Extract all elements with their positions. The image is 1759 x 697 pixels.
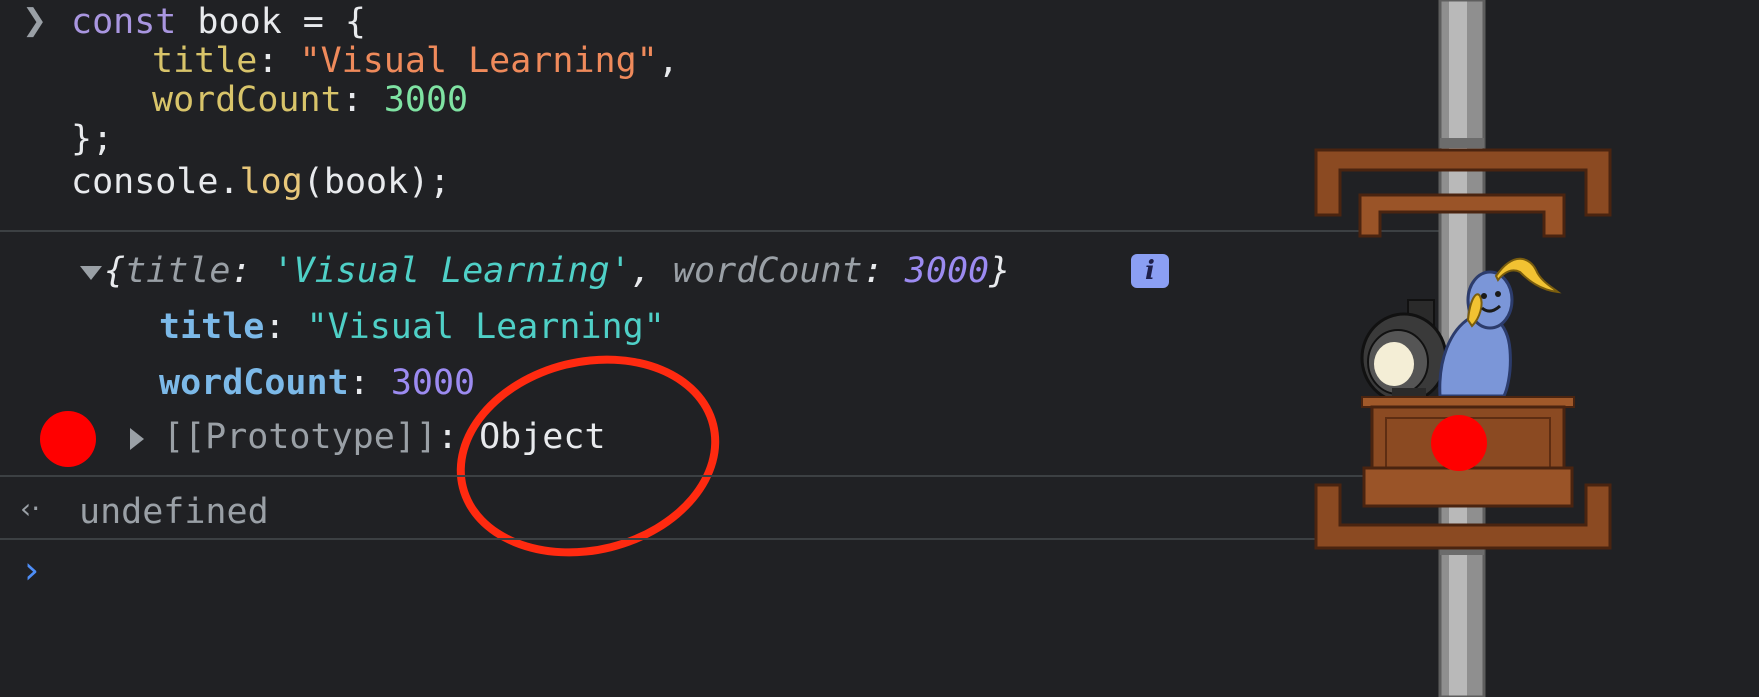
code-wordcount-key: wordCount <box>152 80 342 120</box>
summary-wordcount-value: 3000 <box>904 251 990 291</box>
object-summary[interactable]: {title: 'Visual Learning', wordCount: 30… <box>104 249 1010 293</box>
property-title-value: "Visual Learning" <box>306 307 665 347</box>
property-wordcount-key: wordCount <box>159 363 349 403</box>
property-row-title: title: "Visual Learning" <box>159 305 665 349</box>
code-title-string: "Visual Learning" <box>299 41 658 81</box>
property-colon: : <box>264 307 307 347</box>
property-wordcount-value: 3000 <box>390 363 476 403</box>
summary-colon: : <box>230 251 273 291</box>
expand-closed-triangle-icon[interactable] <box>130 428 144 450</box>
code-title-key: title <box>152 41 258 81</box>
summary-open-brace: { <box>104 251 126 291</box>
property-row-wordcount: wordCount: 3000 <box>159 361 475 405</box>
code-log-method: log <box>239 162 303 202</box>
annotation-red-dot-right <box>1431 415 1487 471</box>
result-value: undefined <box>79 492 269 532</box>
separator-input-output <box>0 230 1440 232</box>
code-line-3: wordCount: 3000 <box>152 78 468 122</box>
separator-result-prompt <box>0 538 1440 540</box>
summary-title-key: title <box>125 251 231 291</box>
code-colon: : <box>341 80 384 120</box>
prototype-label: [[Prototype]] <box>163 417 437 457</box>
code-line-1-rest: book = { <box>176 2 367 42</box>
code-line-5: console.log(book); <box>71 160 450 204</box>
annotation-red-dot-left <box>40 411 96 467</box>
code-console-object: console. <box>71 162 240 202</box>
genie-elevator-illustration <box>1314 0 1612 697</box>
code-colon: : <box>257 41 300 81</box>
code-const-keyword: const <box>71 2 177 42</box>
code-line-4: }; <box>71 119 114 159</box>
annotation-red-circle <box>435 328 741 584</box>
code-log-args: (book); <box>302 162 451 202</box>
summary-separator: , <box>630 251 673 291</box>
summary-close-brace: } <box>989 251 1011 291</box>
spotlight-icon <box>1360 299 1448 404</box>
expand-open-triangle-icon[interactable] <box>80 266 102 280</box>
code-line-2: title: "Visual Learning", <box>152 39 679 83</box>
summary-title-value: 'Visual Learning' <box>272 251 631 291</box>
return-arrow-icon: ‹· <box>20 492 41 525</box>
separator-output-result <box>0 475 1440 477</box>
input-prompt-chevron-icon: ❯ <box>22 3 48 38</box>
info-icon[interactable]: i <box>1131 254 1169 288</box>
code-line-1: const book = { <box>71 0 366 44</box>
code-wordcount-number: 3000 <box>383 80 469 120</box>
code-comma: , <box>657 41 679 81</box>
summary-wordcount-key: wordCount <box>672 251 863 291</box>
input-prompt-chevron-icon[interactable]: › <box>24 548 39 592</box>
summary-colon: : <box>862 251 905 291</box>
property-title-key: title <box>159 307 265 347</box>
property-colon: : <box>348 363 391 403</box>
